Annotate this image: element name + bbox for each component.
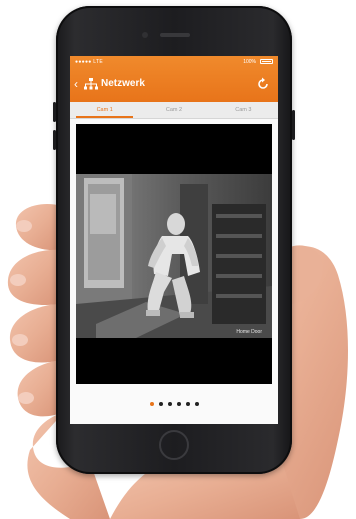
page-dot[interactable] [194, 402, 199, 406]
front-camera [142, 32, 148, 38]
camera-feed-container: Home Door [76, 124, 272, 384]
network-icon [84, 78, 98, 90]
smartphone: ●●●●● LTE 100% ‹ Netzwerk Cam 1 Cam 2 Ca… [53, 6, 295, 474]
tab-label: Cam 3 [235, 107, 252, 113]
volume-button [53, 102, 56, 122]
page-dot[interactable] [167, 402, 172, 406]
tab-label: Cam 1 [96, 107, 113, 113]
power-button [292, 110, 295, 140]
page-title: Netzwerk [101, 78, 145, 89]
camera-tabs: Cam 1 Cam 2 Cam 3 [70, 102, 278, 119]
camera-feed[interactable]: Home Door [76, 174, 272, 338]
tab-cam-3[interactable]: Cam 3 [209, 102, 278, 118]
battery-icon [260, 59, 273, 64]
phone-screen: ●●●●● LTE 100% ‹ Netzwerk Cam 1 Cam 2 Ca… [70, 56, 278, 424]
tab-cam-2[interactable]: Cam 2 [139, 102, 208, 118]
page-dot[interactable] [158, 402, 163, 406]
tab-cam-1[interactable]: Cam 1 [70, 102, 139, 118]
page-dot[interactable] [149, 402, 154, 406]
tab-label: Cam 2 [165, 107, 183, 113]
home-button[interactable] [159, 430, 189, 460]
volume-button [53, 130, 56, 150]
page-indicator [70, 402, 278, 410]
app-header: ‹ Netzwerk [70, 70, 278, 100]
battery-percent: 100% [243, 59, 256, 65]
earpiece-speaker [160, 33, 190, 37]
page-dot[interactable] [176, 402, 181, 406]
surveillance-image [76, 174, 272, 338]
page-dot[interactable] [185, 402, 190, 406]
chevron-left-icon[interactable]: ‹ [74, 78, 78, 90]
refresh-icon[interactable] [256, 77, 270, 91]
camera-label: Home Door [236, 329, 262, 335]
app-header-bar: ●●●●● LTE 100% ‹ Netzwerk [70, 56, 278, 102]
carrier-label: ●●●●● LTE [75, 59, 103, 65]
status-bar: ●●●●● LTE 100% [70, 56, 278, 68]
